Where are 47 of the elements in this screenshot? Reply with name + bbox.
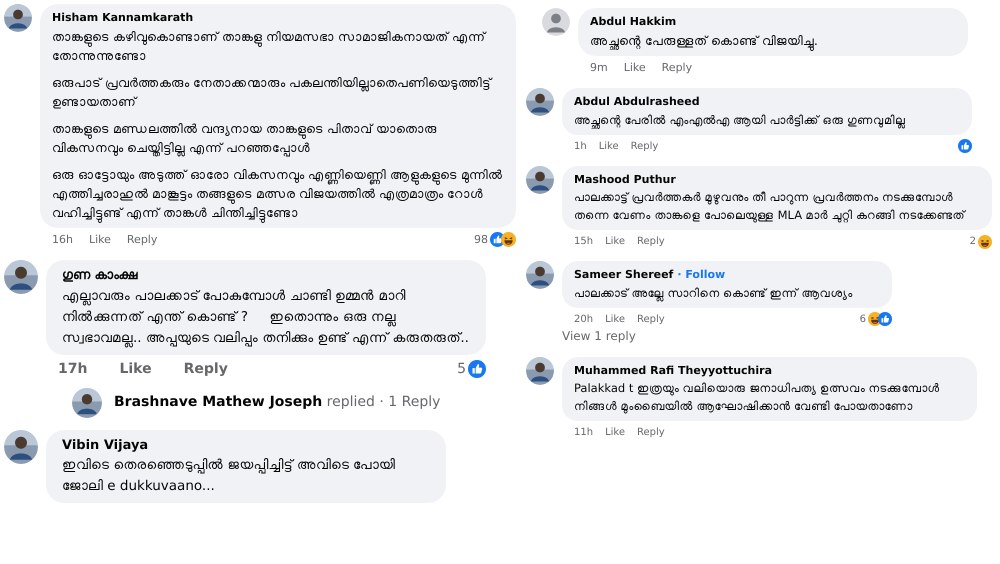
comment-text: എല്ലാവരും പാലക്കാട് പോകുമ്പോൾ ചാണ്ടി ഉമ്മൻ മാറി നിൽക്കുന്നത് എന്ത് കൊണ്ട് ? ഇതൊന്നും ഒരു നല്ല സ്വഭാവമല്ല.. അപ്പയുടെ വലിപ്പം തനിക്കും ഉണ്ട് എന്ന് കരുതരുത്.. bbox=[62, 286, 470, 348]
comment-action-link[interactable]: Reply bbox=[184, 358, 228, 380]
comment-time: 20h bbox=[574, 312, 594, 326]
comment-time: 1h bbox=[574, 140, 587, 154]
comment-action-link[interactable]: Like bbox=[119, 358, 152, 380]
author-name[interactable]: ഗുണ കാംക്ഷ bbox=[62, 266, 138, 286]
follow-link[interactable]: · Follow bbox=[677, 267, 726, 284]
comment-action-link[interactable]: Like bbox=[605, 425, 625, 440]
comment-action-link[interactable]: Reply bbox=[637, 312, 665, 326]
comment-action-link[interactable]: Like bbox=[88, 232, 111, 248]
comment-time: 16h bbox=[52, 232, 73, 248]
comment-action-link[interactable]: Reply bbox=[662, 60, 692, 76]
comment-action-link[interactable]: Reply bbox=[126, 232, 158, 248]
comment-time: 11h bbox=[574, 426, 594, 440]
comment-text: പാലക്കാട്ട് പ്രവർത്തകർ മുഴുവനും തീ പാറുന്ന പ്രവർത്തനം നടക്കുമ്പോൾ തന്നെ വേണം താങ്കളെ പോലെയുള്ള MLA മാർ ചുറ്റി കറങ്ങി നടക്കേണ്ടത് bbox=[574, 189, 967, 224]
comment-action-link[interactable]: Reply bbox=[637, 234, 665, 249]
comment-time: 15h bbox=[574, 235, 594, 249]
comment-text: അച്ഛന്റെ പേരിൽ എംഎൽഎ ആയി പാർട്ടിക്ക് ഒരു ഗുണവുമില്ല bbox=[574, 110, 960, 128]
comment-text: ഇവിടെ തെരഞ്ഞെടുപ്പിൽ ജയപ്പിച്ചിട്ട് അവിടെ പോയി ജോലി e dukkuvaano... bbox=[62, 456, 396, 496]
comment-action-link[interactable]: Reply bbox=[630, 138, 658, 154]
author-name[interactable]: Sameer Shereef bbox=[574, 267, 674, 284]
reaction-count: 98 bbox=[474, 232, 488, 248]
comment-text: ഒരു ഓട്ടോയും അടുത്ത് ഓരോ വികസനവും എണ്ണിയെണ്ണി ആളുകളുടെ മുന്നിൽ എത്തിച്ചരാഹുൽ മാങ്കൂട്ടം തങ്ങളുടെ മത്സര വിജയത്തിൽ എത്രമാത്രം റോൾ വഹിച്ചിട്ടുണ്ട് എന്ന് താങ്കൾ ചിന്തിച്ചിട്ടുണ്ടോ bbox=[52, 164, 504, 222]
author-name[interactable]: Vibin Vijaya bbox=[62, 436, 148, 455]
comment-action-link[interactable]: Reply bbox=[637, 425, 665, 440]
author-name[interactable]: Muhammed Rafi Theyyottuchira bbox=[574, 362, 772, 379]
comment-text: പാലക്കാട് അല്ലേ സാറിനെ കൊണ്ട് ഇന്ന് ആവശ്യം bbox=[574, 284, 854, 302]
comment-text: താങ്കളുടെ കഴിവുകൊണ്ടാണ് താങ്കളു നിയമസഭാ സാമാജികനായത് എന്ന് തോന്നുന്നുണ്ടോ bbox=[52, 28, 488, 64]
author-name[interactable]: Hisham Kannamkarath bbox=[52, 10, 194, 26]
comment-text: താങ്കളുടെ മണ്ഡലത്തിൽ വന്ദ്യനായ താങ്കളുടെ പിതാവ് യാതൊരു വികസനവും ചെയ്തിട്ടില്ല എന്ന് പറഞ്ഞപ്പോൾ bbox=[52, 120, 438, 156]
comment-text: ഒരുപാട് പ്രവർത്തകരും നേതാക്കന്മാരും പകലന്തിയില്ലാതെപണിയെടുത്തിട്ട് ഉണ്ടായതാണ് bbox=[52, 74, 494, 110]
reaction-count: 6 bbox=[860, 312, 866, 326]
comment-time: 17h bbox=[58, 360, 88, 378]
reaction-count: 5 bbox=[457, 360, 466, 378]
author-name[interactable]: Abdul Abdulrasheed bbox=[574, 94, 700, 110]
comment-text: Palakkad t ഇത്രയും വലിയൊരു ജനാധിപത്യ ഉത്സവം നടക്കുമ്പോൾ നിങ്ങൾ മുംബൈയിൽ ആഘോഷിക്കാൻ വേണ്ടി പോയതാണോ bbox=[574, 380, 941, 415]
comment-time: 9m bbox=[590, 60, 608, 76]
comment-text: അച്ഛന്റെ പേരുള്ളത് കൊണ്ട് വിജയിച്ചു. bbox=[590, 30, 956, 50]
view-replies-link[interactable]: View 1 reply bbox=[562, 326, 636, 344]
comment-action-link[interactable]: Like bbox=[605, 234, 625, 249]
replies-summary-link[interactable]: Brashnave Mathew Joseph replied · 1 Reply bbox=[114, 392, 440, 413]
comment-action-link[interactable]: Like bbox=[624, 60, 646, 76]
comment-action-link[interactable]: Like bbox=[605, 312, 625, 326]
reaction-count: 2 bbox=[970, 235, 976, 249]
author-name[interactable]: Abdul Hakkim bbox=[590, 14, 676, 30]
author-name[interactable]: Mashood Puthur bbox=[574, 172, 676, 188]
comment-action-link[interactable]: Like bbox=[598, 138, 619, 154]
